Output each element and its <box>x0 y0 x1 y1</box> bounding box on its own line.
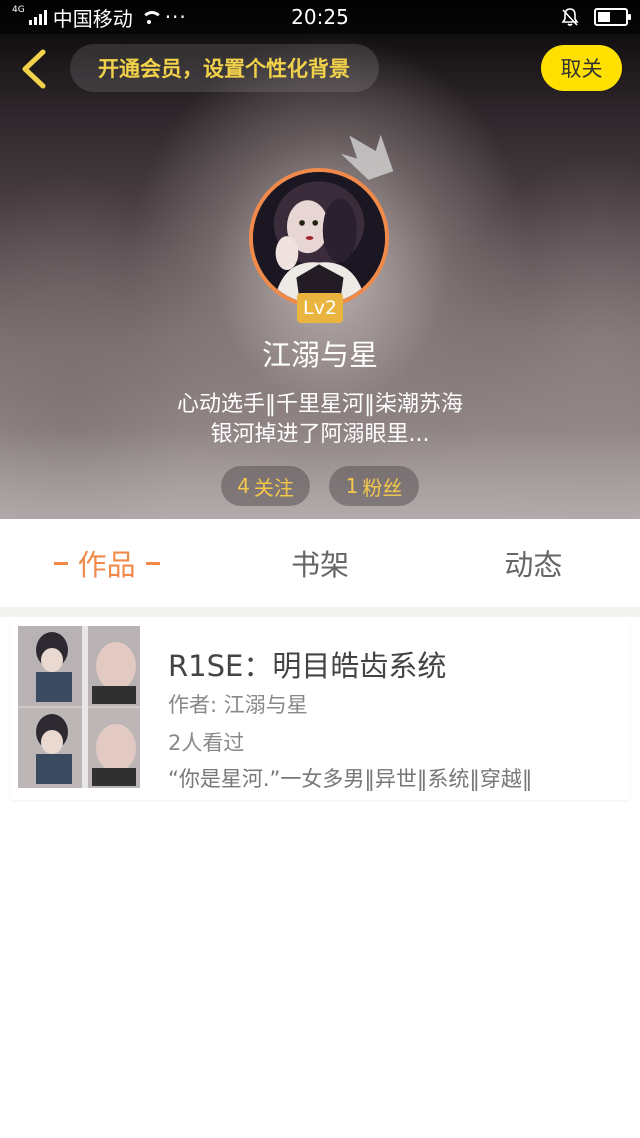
back-button[interactable] <box>14 46 54 92</box>
more-dots-icon: ··· <box>164 5 187 29</box>
book-author: 作者: 江溺与星 <box>168 693 308 717</box>
fans-label: 粉丝 <box>362 475 403 500</box>
battery-level <box>598 12 610 22</box>
signal-icon <box>28 9 47 25</box>
unfollow-button[interactable]: 取关 <box>541 45 622 91</box>
fans-count: 1 <box>345 474 359 498</box>
username: 江溺与星 <box>261 338 378 372</box>
book-list-item[interactable]: R1SE：明目皓齿系统 作者: 江溺与星 2人看过 “你是星河.”一女多男‖异世… <box>10 617 630 800</box>
tab-bookshelf-label: 书架 <box>290 548 349 582</box>
divider <box>0 607 640 617</box>
book-view-count: 2人看过 <box>168 731 245 755</box>
tab-activity[interactable]: 动态 <box>427 519 640 607</box>
avatar[interactable] <box>249 168 389 308</box>
vip-banner[interactable]: 开通会员，设置个性化背景 <box>70 44 379 92</box>
following-count: 4 <box>237 474 250 498</box>
wifi-icon <box>139 9 163 25</box>
chevron-left-icon <box>22 49 46 89</box>
tab-indicator-left <box>53 561 68 565</box>
network-type: 4G <box>12 5 25 15</box>
carrier-name: 中国移动 <box>52 6 133 31</box>
bio: 心动选手‖千里星河‖柒潮苏海 银河掉进了阿溺眼里... <box>0 390 640 450</box>
book-cover-image <box>18 626 140 788</box>
bio-line-2: 银河掉进了阿溺眼里... <box>210 422 430 447</box>
tab-works[interactable]: 作品 <box>0 519 213 607</box>
fans-button[interactable]: 1 粉丝 <box>329 466 419 506</box>
tab-activity-label: 动态 <box>504 548 563 582</box>
tab-bookshelf[interactable]: 书架 <box>213 519 426 607</box>
bell-off-icon <box>560 7 580 27</box>
book-title: R1SE：明目皓齿系统 <box>168 649 447 683</box>
profile-header: 4G 中国移动 ··· 20:25 开通会员，设置个性化背景 取关 Lv2 江溺… <box>0 0 640 519</box>
status-right <box>560 7 631 27</box>
following-button[interactable]: 4 关注 <box>221 466 310 506</box>
status-left: 4G 中国移动 ··· <box>12 3 187 32</box>
battery-icon <box>594 8 631 26</box>
status-bar: 4G 中国移动 ··· 20:25 <box>0 0 640 34</box>
tab-works-label: 作品 <box>77 548 136 582</box>
bio-line-1: 心动选手‖千里星河‖柒潮苏海 <box>176 392 463 417</box>
tab-indicator-right <box>145 561 160 565</box>
tab-bar: 作品 书架 动态 <box>0 519 640 607</box>
following-label: 关注 <box>253 475 294 500</box>
avatar-photo <box>253 172 385 304</box>
book-description: “你是星河.”一女多男‖异世‖系统‖穿越‖ <box>168 767 533 791</box>
level-badge: Lv2 <box>297 293 343 323</box>
